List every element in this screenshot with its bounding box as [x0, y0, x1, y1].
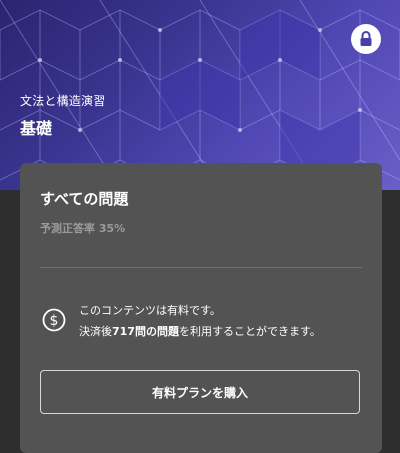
paid-notice-bold-suffix: の問題 [145, 325, 179, 338]
paid-notice-prefix: 決済後 [79, 325, 112, 338]
divider [40, 267, 362, 268]
paid-notice-suffix: を利用することができます。 [178, 325, 321, 338]
header-banner: 文法と構造演習 基礎 [0, 0, 400, 190]
paid-notice-line2: 決済後717問の問題を利用することができます。 [79, 323, 321, 339]
paid-notice-line1: このコンテンツは有料です。 [79, 304, 221, 317]
predicted-rate: 予測正答率 35% [40, 222, 126, 235]
lock-icon [360, 31, 372, 46]
lock-button[interactable] [351, 24, 381, 54]
paid-notice-count: 717問 [112, 325, 146, 338]
dollar-circle-icon: $ [42, 308, 66, 332]
page-title: 基礎 [20, 119, 53, 138]
card-title: すべての問題 [40, 190, 129, 208]
category-subtitle: 文法と構造演習 [20, 94, 106, 108]
buy-paid-plan-button[interactable]: 有料プランを購入 [40, 370, 360, 414]
svg-text:$: $ [50, 313, 59, 329]
question-set-card: すべての問題 予測正答率 35% $ このコンテンツは有料です。 決済後717問… [20, 163, 382, 453]
